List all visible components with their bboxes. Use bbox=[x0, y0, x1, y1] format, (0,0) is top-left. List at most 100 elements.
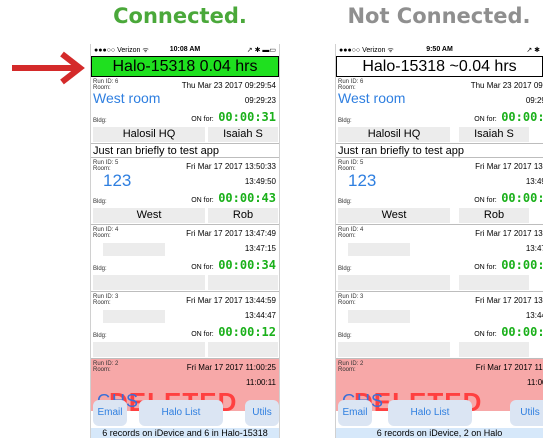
comparison-figure: Connected. Not Connected. ●●●○○ Verizon … bbox=[0, 0, 543, 438]
on-for-value: 00:00:43 bbox=[218, 191, 276, 205]
operator-cell: Rob bbox=[208, 208, 278, 223]
device-title-bar[interactable]: Halo-15318 0.04 hrs bbox=[91, 56, 279, 77]
room-value: West room bbox=[93, 90, 161, 106]
building-cell bbox=[93, 275, 205, 290]
on-for-label: ON for: bbox=[474, 116, 497, 123]
run-date: Thu Mar 23 2017 09:29:54 bbox=[470, 81, 543, 90]
run-card[interactable]: Run ID: 5 Room: 123 Bldg: Fri Mar 17 201… bbox=[336, 158, 543, 225]
run-date: Fri Mar 17 2017 13:50:33 bbox=[475, 162, 543, 171]
bldg-label: Bldg: bbox=[93, 266, 107, 272]
records-footer: 6 records on iDevice and 6 in Halo-15318 bbox=[91, 428, 279, 438]
run-end-time: 09:29:23 bbox=[244, 96, 276, 105]
red-arrow-icon bbox=[12, 51, 85, 85]
room-empty-field bbox=[348, 243, 410, 256]
on-for-label: ON for: bbox=[191, 116, 214, 123]
on-for-label: ON for: bbox=[474, 197, 497, 204]
building-cell bbox=[338, 275, 450, 290]
run-end-time: 13:49:50 bbox=[525, 177, 543, 186]
run-note: Just ran briefly to test app bbox=[336, 144, 543, 158]
bldg-label: Bldg: bbox=[93, 199, 107, 205]
run-card[interactable]: Run ID: 6 Room: West room Bldg: Thu Mar … bbox=[91, 77, 279, 144]
on-for-label: ON for: bbox=[191, 197, 214, 204]
run-date: Thu Mar 23 2017 09:29:54 bbox=[181, 81, 276, 90]
device-title-bar[interactable]: Halo-15318 ~0.04 hrs bbox=[336, 56, 543, 77]
run-note: Just ran briefly to test app bbox=[91, 144, 279, 158]
halo-list-button[interactable]: Halo List bbox=[139, 400, 223, 426]
run-end-time: 13:47:15 bbox=[244, 244, 276, 253]
email-button[interactable]: Email bbox=[93, 400, 127, 426]
run-card[interactable]: Run ID: 4 Room: Bldg: Fri Mar 17 2017 13… bbox=[336, 225, 543, 292]
bldg-label: Bldg: bbox=[338, 199, 352, 205]
clock: 9:50 AM bbox=[426, 46, 453, 53]
on-for: ON for: 00:00:34 bbox=[191, 256, 276, 274]
operator-cell bbox=[208, 275, 278, 290]
building-cell: West bbox=[93, 208, 205, 223]
run-card[interactable]: Run ID: 4 Room: Bldg: Fri Mar 17 2017 13… bbox=[91, 225, 279, 292]
bottom-toolbar: Email Halo List Utils bbox=[336, 400, 543, 428]
bldg-label: Bldg: bbox=[338, 266, 352, 272]
run-date: Fri Mar 17 2017 13:47:49 bbox=[186, 229, 276, 238]
operator-cell bbox=[459, 275, 529, 290]
building-cell bbox=[338, 342, 450, 357]
battery-icon: ↗ ✱ ▬▭ bbox=[246, 47, 276, 54]
bldg-label: Bldg: bbox=[338, 333, 352, 339]
phone-connected: ●●●○○ Verizon ᯤ 10:08 AM ↗ ✱ ▬▭ Halo-153… bbox=[90, 44, 280, 438]
run-date: Fri Mar 17 2017 11:00:25 bbox=[186, 363, 276, 372]
building-cell bbox=[93, 342, 205, 357]
run-card[interactable]: Run ID: 5 Room: 123 Bldg: Fri Mar 17 201… bbox=[91, 158, 279, 225]
bldg-label: Bldg: bbox=[338, 118, 352, 124]
run-card[interactable]: Run ID: 6 Room: West room Bldg: Thu Mar … bbox=[336, 77, 543, 144]
on-for-label: ON for: bbox=[191, 264, 214, 271]
email-button[interactable]: Email bbox=[338, 400, 372, 426]
on-for-value: 00:00:34 bbox=[501, 258, 543, 272]
on-for: ON for: 00:00:43 bbox=[191, 189, 276, 207]
run-date: Fri Mar 17 2017 13:44:59 bbox=[475, 296, 543, 305]
status-bar: ●●●○○ Verizon ᯤ 9:50 AM ↗ ✱ bbox=[336, 44, 543, 56]
on-for: ON for: 00:00:31 bbox=[474, 108, 543, 126]
records-footer: 6 records on iDevice, 2 on Halo bbox=[336, 428, 543, 438]
on-for-value: 00:00:31 bbox=[218, 110, 276, 124]
phone-not-connected: ●●●○○ Verizon ᯤ 9:50 AM ↗ ✱ Halo-15318 ~… bbox=[335, 44, 543, 438]
run-end-time: 11:00:11 bbox=[246, 378, 276, 387]
run-date: Fri Mar 17 2017 11:00:25 bbox=[475, 363, 543, 372]
not-connected-heading: Not Connected. bbox=[347, 4, 531, 28]
run-date: Fri Mar 17 2017 13:50:33 bbox=[186, 162, 276, 171]
room-value: 123 bbox=[103, 171, 132, 190]
room-label: Room: bbox=[338, 233, 356, 239]
building-cell: West bbox=[338, 208, 450, 223]
room-label: Room: bbox=[93, 233, 111, 239]
run-end-time: 13:44:47 bbox=[525, 311, 543, 320]
on-for: ON for: 00:00:12 bbox=[191, 323, 276, 341]
run-card[interactable]: Run ID: 3 Room: Bldg: Fri Mar 17 2017 13… bbox=[336, 292, 543, 359]
run-end-time: 11:00:11 bbox=[527, 378, 543, 387]
on-for-label: ON for: bbox=[191, 331, 214, 338]
halo-list-button[interactable]: Halo List bbox=[388, 400, 472, 426]
building-cell: Halosil HQ bbox=[338, 127, 450, 142]
bldg-label: Bldg: bbox=[93, 333, 107, 339]
on-for-value: 00:00:12 bbox=[218, 325, 276, 339]
on-for-value: 00:00:43 bbox=[501, 191, 543, 205]
room-empty-field bbox=[103, 243, 165, 256]
operator-cell: Isaiah S bbox=[208, 127, 278, 142]
on-for: ON for: 00:00:31 bbox=[191, 108, 276, 126]
room-empty-field bbox=[103, 310, 165, 323]
room-label: Room: bbox=[338, 300, 356, 306]
utils-button[interactable]: Utils bbox=[245, 400, 279, 426]
run-end-time: 13:44:47 bbox=[244, 311, 276, 320]
on-for-label: ON for: bbox=[474, 264, 497, 271]
connected-heading: Connected. bbox=[113, 4, 247, 28]
room-label: Room: bbox=[93, 367, 111, 373]
on-for-value: 00:00:12 bbox=[501, 325, 543, 339]
run-end-time: 13:47:15 bbox=[525, 244, 543, 253]
operator-cell bbox=[459, 342, 529, 357]
run-card[interactable]: Run ID: 3 Room: Bldg: Fri Mar 17 2017 13… bbox=[91, 292, 279, 359]
on-for: ON for: 00:00:43 bbox=[474, 189, 543, 207]
room-value: 123 bbox=[348, 171, 377, 190]
on-for-label: ON for: bbox=[474, 331, 497, 338]
on-for-value: 00:00:31 bbox=[501, 110, 543, 124]
operator-cell bbox=[208, 342, 278, 357]
run-end-time: 13:49:50 bbox=[244, 177, 276, 186]
utils-button[interactable]: Utils bbox=[510, 400, 543, 426]
run-date: Fri Mar 17 2017 13:44:59 bbox=[186, 296, 276, 305]
operator-cell: Isaiah S bbox=[459, 127, 529, 142]
